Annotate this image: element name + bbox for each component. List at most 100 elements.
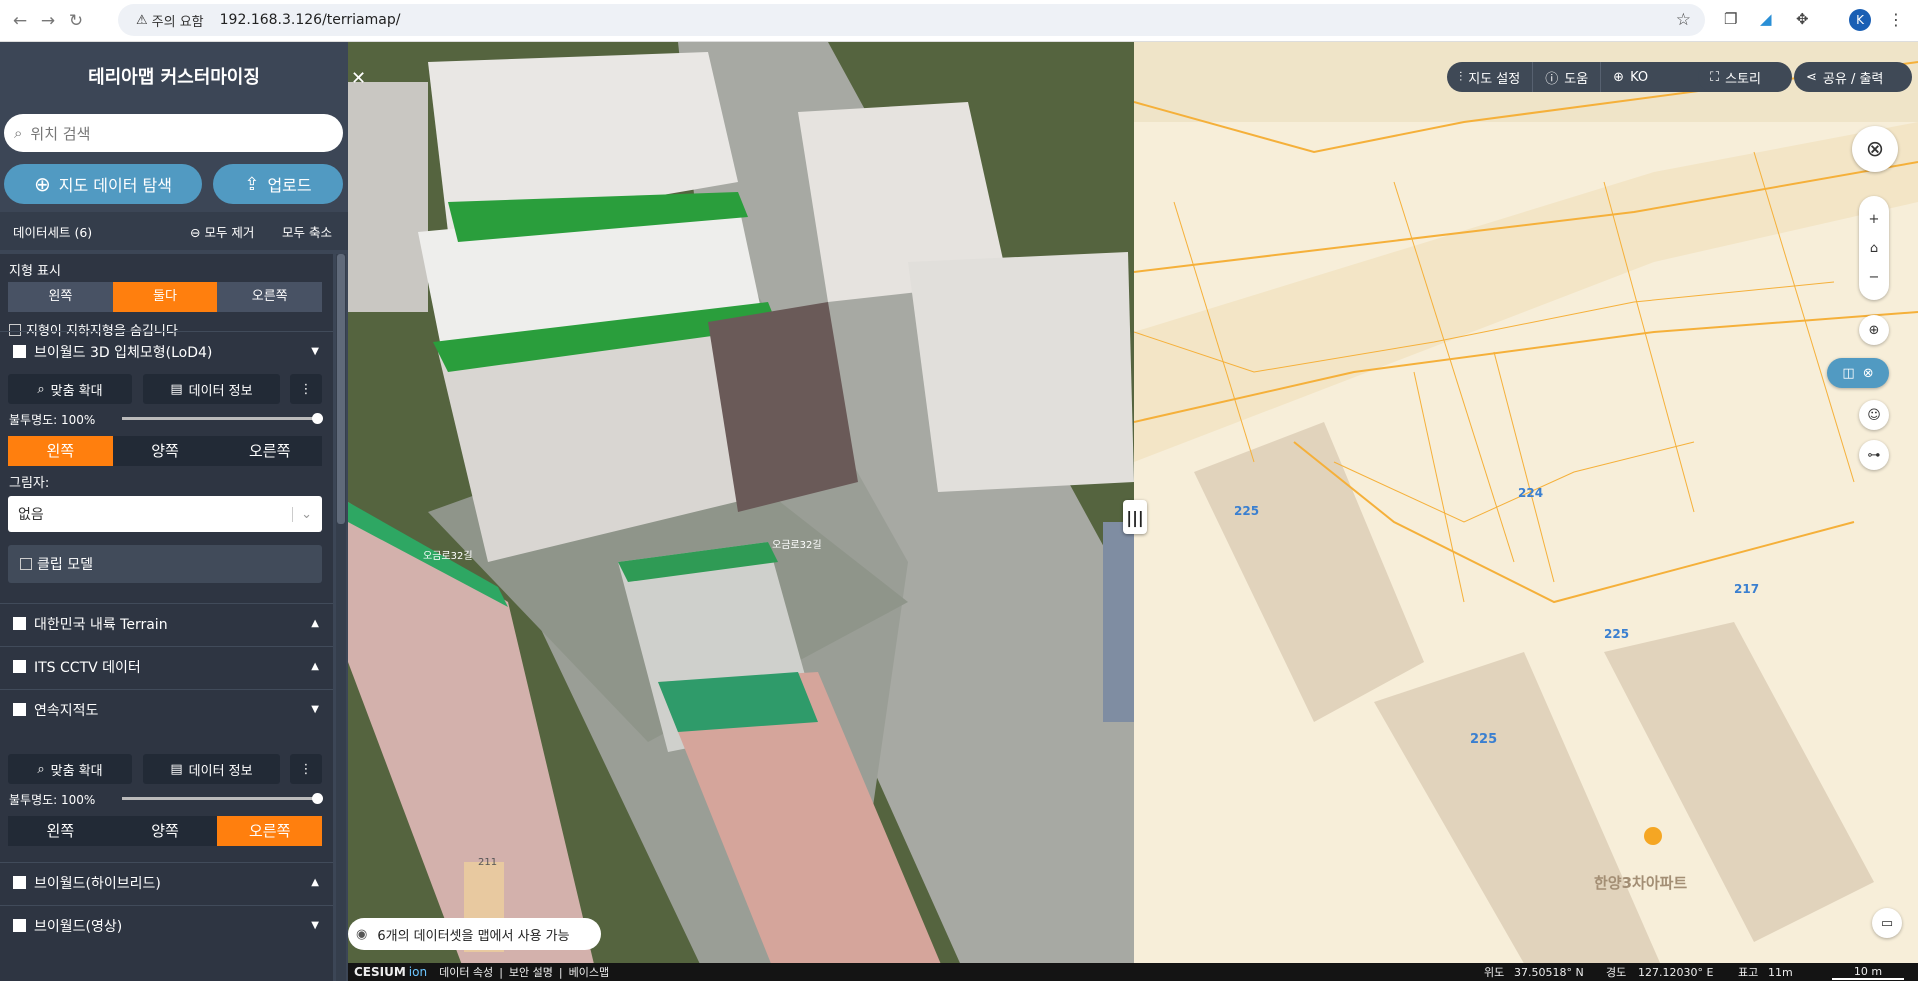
globe-icon: ⊕ (1613, 69, 1625, 85)
bookmark-star-icon[interactable]: ☆ (1676, 10, 1691, 30)
close-icon[interactable]: ✕ (351, 68, 366, 89)
layer-terrain-header[interactable]: 대한민국 내륙 Terrain ▲ (0, 603, 333, 643)
info-chat-icon: ▤ (170, 381, 183, 397)
lod4-opacity-slider[interactable] (122, 413, 323, 424)
lod4-right-option[interactable]: 오른쪽 (217, 436, 322, 466)
chevron-down-icon[interactable]: ▼ (311, 920, 319, 931)
address-bar[interactable]: ⚠ 주의 요함 192.168.3.126/terriamap/ ☆ (118, 4, 1705, 36)
measure-icon: ⊶ (1867, 447, 1881, 463)
cadastral-both-option[interactable]: 양쪽 (113, 816, 218, 846)
chevron-up-icon[interactable]: ▲ (311, 661, 319, 672)
measure-tool-button[interactable]: ⊶ (1859, 440, 1889, 470)
layer-lod4-header[interactable]: 브이월드 3D 입체모형(LoD4) ▼ (0, 331, 333, 371)
reload-icon[interactable]: ↻ (62, 11, 90, 31)
road-label: 오금로32길 (423, 551, 473, 562)
basemap-link[interactable]: 베이스맵 (569, 964, 609, 980)
lod4-opacity-label: 불투명도: 100% (9, 413, 96, 427)
scrollbar-thumb[interactable] (337, 254, 345, 524)
url-text[interactable]: 192.168.3.126/terriamap/ (220, 12, 401, 28)
zoom-out-icon[interactable]: − (1869, 270, 1880, 285)
cadastral-opacity-slider[interactable] (122, 793, 323, 804)
security-link[interactable]: 보안 설명 (509, 964, 553, 980)
terrain-both-option[interactable]: 둘다 (112, 282, 218, 312)
story-button[interactable]: ⛶ 스토리 (1698, 62, 1792, 92)
chevron-down-icon[interactable]: ▼ (311, 704, 319, 715)
map-settings-button[interactable]: ⫶ 지도 설정 (1447, 62, 1534, 92)
shadow-select[interactable]: 없음 ⌄ (8, 496, 322, 532)
split-icon[interactable]: ◫ (1842, 366, 1854, 381)
apartment-label: 한양3차아파트 (1594, 874, 1688, 892)
layer-cadastral-header[interactable]: 연속지적도 ▼ (0, 689, 333, 729)
clip-model-checkbox[interactable]: 클립 모델 (8, 545, 322, 583)
layer-visible-checkbox[interactable] (13, 660, 26, 673)
cadastral-more-button[interactable]: ⋮ (290, 754, 322, 784)
chevron-up-icon[interactable]: ▲ (311, 618, 319, 629)
profile-avatar[interactable]: K (1849, 9, 1871, 31)
compass-control[interactable]: ⊗ (1852, 126, 1898, 172)
zoom-in-icon[interactable]: + (1869, 212, 1880, 227)
chevron-down-icon[interactable]: ▼ (311, 346, 319, 357)
remove-all-button[interactable]: ⊖ 모두 제거 (190, 222, 254, 241)
share-button[interactable]: ⋖ 공유 / 출력 (1794, 62, 1912, 92)
collapse-all-button[interactable]: 모두 축소 (282, 222, 332, 241)
my-location-button[interactable]: ⊕ (1859, 315, 1889, 345)
map-3d-view[interactable]: 오금로32길 오금로32길 211 211 (348, 42, 1134, 981)
chevron-down-icon: ⌄ (292, 506, 312, 522)
upload-button[interactable]: ⇪ 업로드 (213, 164, 343, 204)
lon-label: 경도 (1606, 966, 1627, 979)
layer-visible-checkbox[interactable] (13, 919, 26, 932)
extensions-puzzle-icon[interactable]: ✥ (1796, 10, 1809, 28)
layer-imagery-header[interactable]: 브이월드(영상) ▼ (0, 905, 333, 945)
lod4-zoom-button[interactable]: ⌕ 맞춤 확대 (8, 374, 132, 404)
layer-visible-checkbox[interactable] (13, 617, 26, 630)
lod4-more-button[interactable]: ⋮ (290, 374, 322, 404)
layer-cctv-header[interactable]: ITS CCTV 데이터 ▲ (0, 646, 333, 686)
layer-hybrid-header[interactable]: 브이월드(하이브리드) ▲ (0, 862, 333, 902)
slider-knob[interactable] (312, 793, 323, 804)
layer-visible-checkbox[interactable] (13, 345, 26, 358)
split-handle[interactable]: ||| (1123, 500, 1147, 534)
lod4-both-option[interactable]: 양쪽 (113, 436, 218, 466)
cadastral-right-option[interactable]: 오른쪽 (217, 816, 323, 846)
cadastral-zoom-button[interactable]: ⌕ 맞춤 확대 (8, 754, 132, 784)
cesium-ion-logo[interactable]: ion (409, 965, 427, 979)
split-compare-control[interactable]: ◫ ⊗ (1827, 358, 1889, 388)
layer-visible-checkbox[interactable] (13, 876, 26, 889)
terrain-left-option[interactable]: 왼쪽 (8, 282, 113, 312)
security-warning[interactable]: ⚠ 주의 요함 (128, 8, 212, 33)
slider-knob[interactable] (312, 413, 323, 424)
location-search-input[interactable]: ⌕ 위치 검색 (4, 114, 343, 152)
browser-menu-icon[interactable]: ⋮ (1888, 10, 1904, 29)
chevron-up-icon[interactable]: ▲ (311, 877, 319, 888)
dataset-notification[interactable]: ◉ 6개의 데이터셋을 맵에서 사용 가능 (348, 918, 601, 950)
broadcast-icon: ◉ (356, 926, 368, 942)
map-2d-view[interactable]: 225 224 217 225 225 한양3차아파트 (1134, 42, 1918, 981)
parcel-number: 217 (1734, 582, 1760, 596)
person-icon: ☺ (1867, 407, 1881, 423)
parcel-number: 225 (1604, 627, 1630, 641)
cesium-logo[interactable]: CESIUM (354, 965, 406, 979)
language-button[interactable]: ⊕ KO (1601, 62, 1660, 92)
forward-icon[interactable]: → (34, 11, 62, 31)
pedestrian-mode-button[interactable]: ☺ (1859, 400, 1889, 430)
terrain-right-option[interactable]: 오른쪽 (217, 282, 322, 312)
lod4-left-option[interactable]: 왼쪽 (8, 436, 113, 466)
layer-visible-checkbox[interactable] (13, 703, 26, 716)
explore-map-data-button[interactable]: ⊕ 지도 데이터 탐색 (4, 164, 202, 204)
close-circle-icon[interactable]: ⊗ (1863, 366, 1874, 381)
home-icon[interactable]: ⌂ (1870, 241, 1878, 256)
sidebar-scrollbar[interactable] (336, 254, 346, 981)
lod4-info-button[interactable]: ▤ 데이터 정보 (143, 374, 280, 404)
cadastral-info-button[interactable]: ▤ 데이터 정보 (143, 754, 280, 784)
help-button[interactable]: ⓘ 도움 (1533, 62, 1602, 92)
status-bar: CESIUM ion 데이터 속성 | 보안 설명 | 베이스맵 위도 37.5… (348, 963, 1918, 981)
more-vertical-icon: ⋮ (299, 761, 313, 777)
more-vertical-icon: ⋮ (299, 381, 313, 397)
extension-bird-icon[interactable]: ◢ (1760, 10, 1772, 28)
data-attribution-link[interactable]: 데이터 속성 (439, 964, 493, 980)
back-icon[interactable]: ← (6, 11, 34, 31)
feedback-button[interactable]: ▭ (1872, 908, 1902, 938)
building-number: 211 (478, 857, 498, 868)
tab-search-icon[interactable]: ❐ (1724, 10, 1737, 28)
cadastral-left-option[interactable]: 왼쪽 (8, 816, 113, 846)
